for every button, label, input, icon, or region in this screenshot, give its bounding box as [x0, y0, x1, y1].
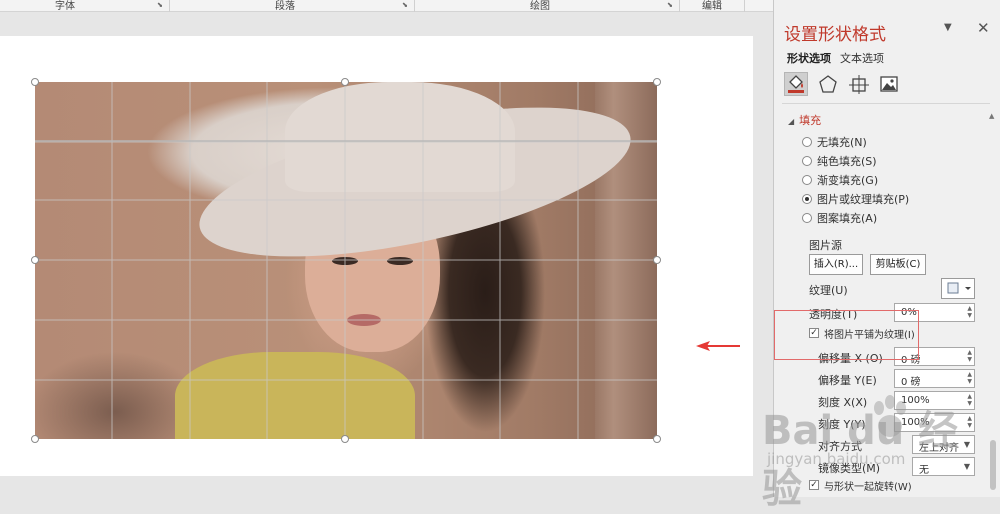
scale-y-label: 刻度 Y(Y) — [818, 418, 866, 431]
offset-y-spinner[interactable]: 0 磅 ▲ ▼ — [894, 369, 975, 388]
resize-handle-top[interactable] — [341, 78, 349, 86]
effects-pentagon-icon[interactable] — [816, 72, 840, 96]
fill-line-icon[interactable] — [784, 72, 808, 96]
offset-y-label: 偏移量 Y(E) — [818, 374, 877, 387]
resize-handle-bottom-right[interactable] — [653, 435, 661, 443]
radio-label: 图案填充(A) — [817, 212, 878, 225]
rotate-checkbox-label: 与形状一起旋转(W) — [824, 481, 912, 493]
radio-label: 图片或纹理填充(P) — [817, 193, 910, 206]
pane-divider — [782, 103, 990, 104]
radio-label: 纯色填充(S) — [817, 155, 877, 168]
format-shape-pane: 设置形状格式 ▼ ✕ 形状选项 文本选项 ◢ 填充 无填充(N) 纯色填充(S)… — [773, 0, 1000, 497]
checkbox-checked[interactable]: ✓ — [809, 480, 819, 490]
annotation-arrow-icon — [696, 340, 742, 352]
dialog-launcher-icon[interactable]: ⬊ — [402, 1, 410, 9]
radio-no-fill[interactable]: 无填充(N) — [802, 134, 867, 150]
selected-picture-shape[interactable] — [35, 82, 657, 439]
radio-gradient-fill[interactable]: 渐变填充(G) — [802, 172, 878, 188]
resize-handle-bottom-left[interactable] — [31, 435, 39, 443]
tab-shape-options[interactable]: 形状选项 — [787, 50, 831, 66]
ribbon-group-editing-label: 编辑 — [702, 1, 722, 12]
ribbon-group-font: 字体 ⬊ — [0, 0, 170, 12]
pane-scroll-area: ◢ 填充 无填充(N) 纯色填充(S) 渐变填充(G) 图片或纹理填充(P) 图案… — [774, 110, 987, 497]
tab-text-options[interactable]: 文本选项 — [840, 50, 884, 66]
scale-y-value: 100% — [901, 417, 930, 428]
ribbon-group-paragraph: 段落 ⬊ — [170, 0, 415, 12]
mirror-type-label: 镜像类型(M) — [818, 462, 881, 475]
chevron-down-icon: ▼ — [963, 440, 970, 449]
size-properties-icon[interactable] — [847, 72, 871, 96]
fill-section-header[interactable]: ◢ 填充 — [788, 112, 821, 128]
picture-source-label: 图片源 — [809, 239, 842, 252]
scale-x-label: 刻度 X(X) — [818, 396, 868, 409]
ribbon-group-strip: 字体 ⬊ 段落 ⬊ 绘图 ⬊ 编辑 — [0, 0, 773, 12]
spinner-arrows-icon[interactable]: ▲ ▼ — [967, 305, 972, 319]
fill-section-title: 填充 — [799, 114, 822, 127]
mirror-type-value: 无 — [919, 465, 929, 476]
ribbon-group-font-label: 字体 — [55, 1, 75, 12]
radio-label: 渐变填充(G) — [817, 174, 879, 187]
radio-button[interactable] — [802, 175, 812, 185]
texture-picker-button[interactable] — [941, 278, 975, 299]
dialog-launcher-icon[interactable]: ⬊ — [157, 1, 165, 9]
spinner-arrows-icon[interactable]: ▲ ▼ — [967, 349, 972, 363]
pane-scrollbar[interactable]: ▲ — [987, 110, 999, 497]
scrollbar-thumb[interactable] — [990, 440, 996, 490]
radio-button[interactable] — [802, 156, 812, 166]
scale-y-spinner[interactable]: 100% ▲ ▼ — [894, 413, 975, 432]
alignment-label: 对齐方式 — [818, 440, 862, 453]
radio-button[interactable] — [802, 137, 812, 147]
insert-button[interactable]: 插入(R)... — [809, 254, 863, 275]
spinner-arrows-icon[interactable]: ▲ ▼ — [967, 415, 972, 429]
picture-icon[interactable] — [877, 72, 901, 96]
resize-handle-top-right[interactable] — [653, 78, 661, 86]
scale-x-value: 100% — [901, 395, 930, 406]
pane-options-caret-icon[interactable]: ▼ — [944, 22, 952, 33]
chevron-down-icon: ▼ — [963, 462, 970, 471]
ribbon-group-drawing: 绘图 ⬊ — [415, 0, 680, 12]
rotate-with-shape-checkbox-row[interactable]: ✓ 与形状一起旋转(W) — [809, 478, 912, 493]
texture-label: 纹理(U) — [809, 284, 848, 297]
radio-pattern-fill[interactable]: 图案填充(A) — [802, 210, 877, 226]
resize-handle-right[interactable] — [653, 256, 661, 264]
scroll-up-icon[interactable]: ▲ — [989, 112, 994, 120]
clipboard-button[interactable]: 剪贴板(C) — [870, 254, 926, 275]
ribbon-group-drawing-label: 绘图 — [530, 1, 550, 12]
tile-grid-overlay — [35, 82, 657, 439]
offset-y-value: 0 磅 — [901, 377, 921, 388]
spinner-arrows-icon[interactable]: ▲ ▼ — [967, 371, 972, 385]
ribbon-group-editing: 编辑 — [680, 0, 745, 12]
scale-x-spinner[interactable]: 100% ▲ ▼ — [894, 391, 975, 410]
spinner-arrows-icon[interactable]: ▲ ▼ — [967, 393, 972, 407]
radio-label: 无填充(N) — [817, 136, 867, 149]
resize-handle-top-left[interactable] — [31, 78, 39, 86]
radio-button[interactable] — [802, 213, 812, 223]
radio-picture-texture-fill[interactable]: 图片或纹理填充(P) — [802, 191, 909, 207]
collapse-triangle-icon: ◢ — [788, 117, 795, 126]
ribbon-group-paragraph-label: 段落 — [275, 1, 295, 12]
close-icon[interactable]: ✕ — [977, 19, 990, 37]
dialog-launcher-icon[interactable]: ⬊ — [667, 1, 675, 9]
mirror-type-dropdown[interactable]: 无 ▼ — [912, 457, 975, 476]
resize-handle-left[interactable] — [31, 256, 39, 264]
alignment-value: 左上对齐 — [919, 443, 959, 454]
radio-solid-fill[interactable]: 纯色填充(S) — [802, 153, 877, 169]
annotation-highlight-box — [774, 310, 919, 360]
pane-title: 设置形状格式 — [784, 25, 886, 45]
alignment-dropdown[interactable]: 左上对齐 ▼ — [912, 435, 975, 454]
resize-handle-bottom[interactable] — [341, 435, 349, 443]
radio-button-selected[interactable] — [802, 194, 812, 204]
